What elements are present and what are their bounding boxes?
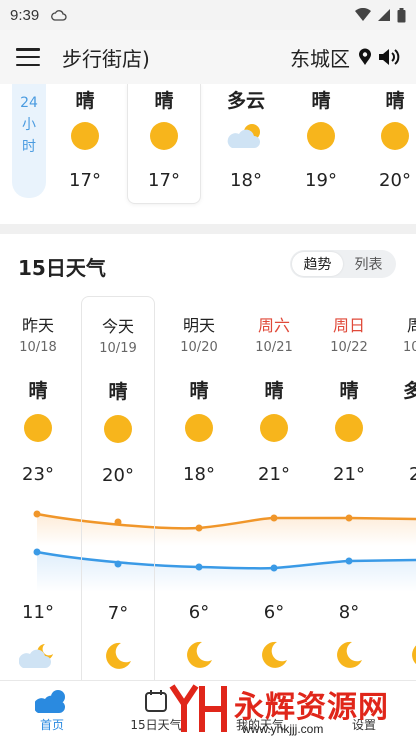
day-column-partial[interactable]: 周 10 多 2 <box>389 296 416 680</box>
moon-icon <box>262 641 287 668</box>
hour-item[interactable]: 晴 20° <box>358 84 416 204</box>
moon-icon <box>187 641 212 668</box>
sun-icon <box>335 414 363 442</box>
sun-icon <box>307 122 335 150</box>
sun-icon <box>104 415 132 443</box>
view-toggle: 趋势 列表 <box>290 250 396 278</box>
list-toggle[interactable]: 列表 <box>343 252 394 276</box>
hour-item[interactable]: 晴 17° <box>48 84 122 204</box>
hour-item-selected[interactable]: 晴 17° <box>127 84 201 204</box>
sun-icon <box>381 122 409 150</box>
watermark-logo <box>169 684 227 732</box>
sun-icon <box>260 414 288 442</box>
moon-icon <box>106 642 131 669</box>
app-header: 步行街店) 东城区 <box>0 30 416 84</box>
daily-forecast-card: 15日天气 趋势 列表 昨天 10/18 晴 23° 11° 今天 10/19 … <box>0 234 416 680</box>
sun-icon <box>24 414 52 442</box>
menu-icon[interactable] <box>16 48 40 66</box>
cloud-notification-icon <box>51 10 67 21</box>
moon-icon <box>337 641 362 668</box>
trend-toggle[interactable]: 趋势 <box>292 252 343 276</box>
24-hour-tab[interactable]: 24 小 时 <box>12 84 46 198</box>
watermark-url: www.yhkjjj.com <box>242 722 324 736</box>
partly-cloudy-night-icon <box>19 644 53 668</box>
moon-icon <box>412 645 416 665</box>
hour-item[interactable]: 多云 18° <box>209 84 283 204</box>
signal-icon <box>378 9 390 21</box>
sun-icon <box>150 122 178 150</box>
day-column[interactable]: 周日 10/22 晴 21° 8° <box>312 296 386 680</box>
watermark-text: 永辉资源网 <box>234 690 389 725</box>
location-pin-icon <box>359 48 371 65</box>
district-name[interactable]: 东城区 <box>290 43 350 72</box>
hour-item[interactable]: 晴 19° <box>284 84 358 204</box>
sun-icon <box>185 414 213 442</box>
speaker-icon[interactable] <box>378 47 400 67</box>
status-bar: 9:39 <box>0 0 416 30</box>
day-column[interactable]: 周六 10/21 晴 21° 6° <box>237 296 311 680</box>
day-column[interactable]: 明天 10/20 晴 18° 6° <box>162 296 236 680</box>
watermark: 永辉资源网 www.yhkjjj.com <box>168 680 398 739</box>
status-time: 9:39 <box>10 6 40 24</box>
calendar-icon <box>145 690 167 712</box>
day-column-selected[interactable]: 今天 10/19 晴 20° 7° <box>81 296 155 680</box>
sun-icon <box>71 122 99 150</box>
battery-icon <box>397 7 406 22</box>
section-title: 15日天气 <box>18 256 106 280</box>
nav-home[interactable]: 首页 <box>0 681 104 739</box>
hourly-forecast-card: 24 小 时 晴 17° 晴 17° 多云 18° 晴 19° 晴 20° <box>0 84 416 224</box>
partly-cloudy-icon <box>227 124 260 148</box>
location-name[interactable]: 步行街店) <box>62 43 150 72</box>
day-column[interactable]: 昨天 10/18 晴 23° 11° <box>1 296 75 680</box>
home-weather-icon <box>35 690 65 713</box>
wifi-icon <box>355 8 371 21</box>
